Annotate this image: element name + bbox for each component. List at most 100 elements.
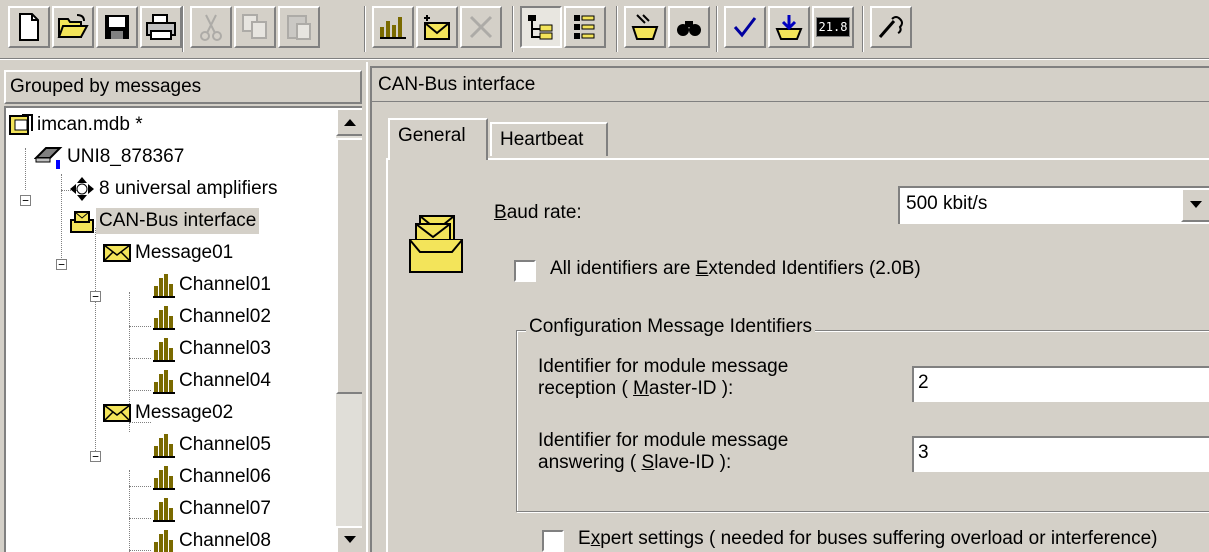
expert-settings-label[interactable]: Expert settings ( needed for buses suffe… xyxy=(578,528,1158,550)
add-message-button[interactable] xyxy=(416,6,458,48)
label-text: aster-ID ): xyxy=(648,378,734,399)
import-icon xyxy=(631,14,659,40)
new-file-button[interactable] xyxy=(8,6,50,48)
collapse-toggle[interactable]: − xyxy=(56,259,67,270)
baud-rate-select[interactable]: 500 kbit/s xyxy=(898,186,1209,224)
dropdown-button[interactable] xyxy=(1181,188,1209,222)
channel-icon xyxy=(153,274,175,298)
check-icon xyxy=(733,17,757,38)
tree-item-channel[interactable]: Channel02 xyxy=(152,302,274,332)
tree-item-label: Channel06 xyxy=(179,466,271,487)
tree-header[interactable]: Grouped by messages xyxy=(4,70,362,104)
tree-line xyxy=(129,470,130,552)
tree-item-channel[interactable]: Channel07 xyxy=(152,494,274,524)
open-folder-icon xyxy=(57,14,89,38)
tree-item-channel[interactable]: Channel04 xyxy=(152,366,274,396)
tree-panel: Grouped by messages − − − − imcan.mdb * … xyxy=(0,62,368,552)
tree-item-label: Channel03 xyxy=(179,338,271,359)
tree-line xyxy=(129,326,151,327)
tree-item-channel[interactable]: Channel03 xyxy=(152,334,274,364)
tab-heartbeat[interactable]: Heartbeat xyxy=(490,122,608,156)
tab-label: General xyxy=(398,125,466,146)
tree-scrollbar[interactable] xyxy=(336,108,362,552)
toolbar-separator xyxy=(716,6,718,52)
toolbar-bottom-border xyxy=(0,58,1209,60)
run-toolbar-group: 21.8 xyxy=(724,6,854,52)
download-button[interactable] xyxy=(768,6,810,48)
label-line: reception ( Master-ID ): xyxy=(538,378,788,400)
find-button[interactable] xyxy=(668,6,710,48)
tree-item-channel[interactable]: Channel05 xyxy=(152,430,274,460)
delete-button[interactable] xyxy=(460,6,502,48)
baud-rate-value: 500 kbit/s xyxy=(906,193,988,214)
collapse-toggle[interactable]: − xyxy=(20,195,31,206)
properties-panel: CAN-Bus interface General Heartbeat Baud… xyxy=(370,66,1209,552)
tree-item-label: Channel05 xyxy=(179,434,271,455)
tab-general[interactable]: General xyxy=(388,118,488,160)
tree-item-channel[interactable]: Channel01 xyxy=(152,270,274,300)
value-display-button[interactable]: 21.8 xyxy=(812,6,854,48)
tree-item-label: Channel08 xyxy=(179,530,271,551)
download-icon xyxy=(775,15,803,40)
splitter[interactable] xyxy=(366,62,368,552)
tree-view-icon xyxy=(528,15,553,40)
tree-item-amplifiers[interactable]: 8 universal amplifiers xyxy=(68,174,280,204)
groupbox-legend: Configuration Message Identifiers xyxy=(526,316,816,338)
tree-line xyxy=(129,486,151,487)
paste-button[interactable] xyxy=(278,6,320,48)
tools-toolbar-group xyxy=(624,6,710,52)
tree-item-message[interactable]: Message02 xyxy=(102,398,236,428)
cut-button[interactable] xyxy=(190,6,232,48)
tree-view[interactable]: − − − − imcan.mdb * UNI8_878367 8 univer… xyxy=(4,106,362,552)
tree-item-label: Channel04 xyxy=(179,370,271,391)
tree-item-can-bus[interactable]: CAN-Bus interface xyxy=(68,206,260,236)
tree-item-channel[interactable]: Channel06 xyxy=(152,462,274,492)
new-file-icon xyxy=(19,13,39,41)
add-message-icon xyxy=(424,15,450,40)
extended-identifiers-checkbox[interactable] xyxy=(514,260,536,282)
slave-id-label: Identifier for module message answering … xyxy=(538,430,788,474)
tree-item-channel[interactable]: Channel08 xyxy=(152,526,274,552)
check-button[interactable] xyxy=(724,6,766,48)
tree-item-message[interactable]: Message01 xyxy=(102,238,236,268)
accelerator-key: M xyxy=(633,378,649,399)
open-file-button[interactable] xyxy=(52,6,94,48)
copy-button[interactable] xyxy=(234,6,276,48)
panel-title: CAN-Bus interface xyxy=(372,70,1209,102)
extended-identifiers-label[interactable]: All identifiers are Extended Identifiers… xyxy=(550,258,921,280)
tree-item-database[interactable]: imcan.mdb * xyxy=(8,110,146,140)
scroll-up-button[interactable] xyxy=(336,108,362,136)
database-icon xyxy=(9,114,33,135)
item-toolbar-group xyxy=(372,6,502,52)
collapse-toggle[interactable]: − xyxy=(90,451,101,462)
slave-id-input[interactable]: 3 xyxy=(912,436,1209,472)
accelerator-key: B xyxy=(494,202,507,223)
label-text: aud rate: xyxy=(506,202,582,223)
scroll-down-button[interactable] xyxy=(336,526,362,552)
save-disk-icon xyxy=(105,15,129,39)
find-icon xyxy=(677,21,701,36)
tree-item-device[interactable]: UNI8_878367 xyxy=(34,142,187,172)
expert-settings-checkbox[interactable] xyxy=(542,530,564,552)
list-view-button[interactable] xyxy=(564,6,606,48)
copy-icon xyxy=(242,14,267,39)
print-button[interactable] xyxy=(140,6,182,48)
file-toolbar-group xyxy=(8,6,182,52)
tab-content: Baud rate: 500 kbit/s All identifiers ar… xyxy=(386,158,1209,552)
wizard-button[interactable] xyxy=(870,6,912,48)
save-button[interactable] xyxy=(96,6,138,48)
tree-item-label: imcan.mdb * xyxy=(37,114,143,135)
collapse-toggle[interactable]: − xyxy=(90,291,101,302)
import-button[interactable] xyxy=(624,6,666,48)
label-text: answering ( xyxy=(538,452,642,473)
delete-icon xyxy=(469,15,493,39)
toolbar: 21.8 xyxy=(0,0,1209,60)
scroll-thumb[interactable] xyxy=(336,138,362,394)
tree-item-label: Channel01 xyxy=(179,274,271,295)
tree-line xyxy=(95,228,96,455)
master-id-input[interactable]: 2 xyxy=(912,366,1209,402)
tree-line xyxy=(25,148,26,190)
tree-view-button[interactable] xyxy=(520,6,562,48)
accelerator-key: x xyxy=(590,528,601,549)
add-channel-button[interactable] xyxy=(372,6,414,48)
